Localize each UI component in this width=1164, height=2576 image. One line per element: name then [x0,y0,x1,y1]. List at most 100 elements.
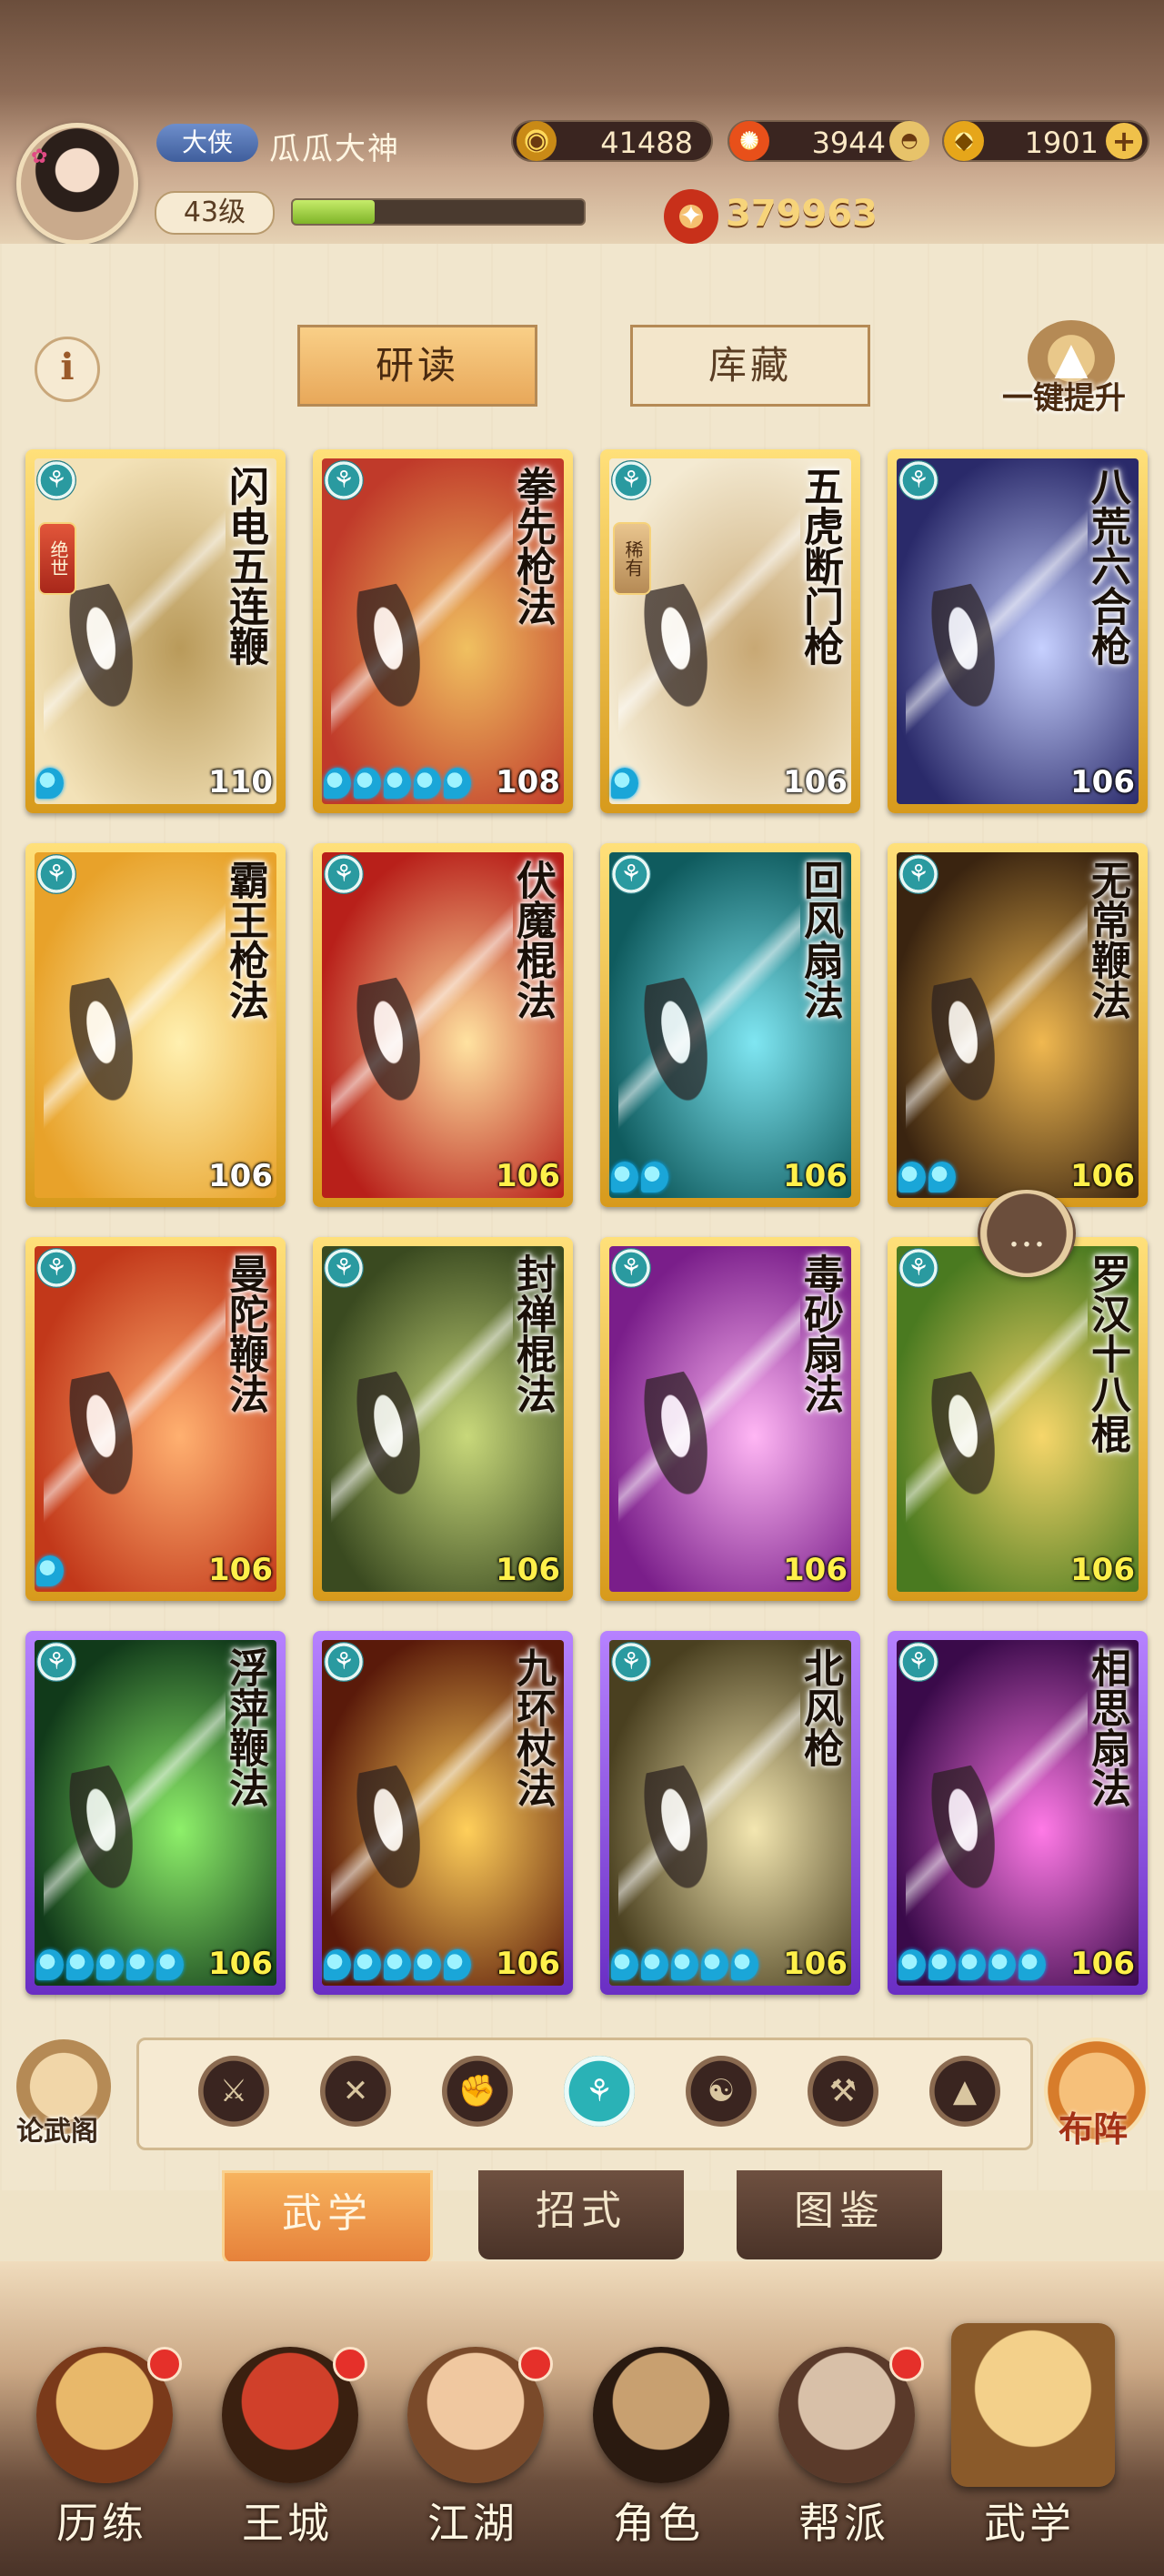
skill-name: 无常鞭法 [1084,860,1130,1020]
notification-dot-icon [889,2347,924,2381]
tab-study[interactable]: 研读 [297,325,537,407]
chat-icon[interactable]: … [978,1190,1076,1277]
drop-star-icon [701,1949,728,1980]
coin-icon: ◉ [517,121,557,161]
info-button[interactable]: i [35,337,100,402]
skill-name: 闪电五连鞭 [222,466,268,666]
drop-star-icon [671,1949,698,1980]
drop-star-icon [414,1949,441,1980]
sword-icon[interactable]: ✕ [320,2056,391,2127]
one-click-upgrade-label[interactable]: 一键提升 [1002,373,1126,418]
notification-dot-icon [333,2347,367,2381]
nav-item[interactable]: 江湖 [373,2292,555,2565]
skill-card[interactable]: ⚘ 霸王枪法 106 [25,843,286,1207]
skill-level: 108 [496,764,560,800]
skill-card[interactable]: ⚘ 绝世 闪电五连鞭 110 [25,449,286,813]
nav-item[interactable]: 王城 [187,2292,369,2565]
skill-level: 106 [1070,1552,1135,1588]
drop-star-icon [988,1949,1016,1980]
tab-store[interactable]: 库藏 [630,325,870,407]
drop-star-icon [928,1162,956,1192]
xp-bar [291,198,586,226]
skill-level: 110 [208,764,273,800]
taiji-icon[interactable]: ☯ [686,2056,757,2127]
skill-card[interactable]: ⚘ 伏魔棍法 106 [313,843,573,1207]
skill-card[interactable]: ⚘ 浮萍鞭法 106 [25,1631,286,1995]
skill-card[interactable]: ⚘ 毒砂扇法 106 [600,1237,860,1601]
drop-star-icon [928,1949,956,1980]
skill-name: 封禅棍法 [509,1253,556,1414]
star-rating [611,1949,758,1980]
player-name: 瓜瓜大神 [269,131,400,167]
skill-name: 毒砂扇法 [797,1253,843,1414]
fire-value: 3944 [811,126,886,160]
avatar[interactable] [16,123,138,245]
skill-level: 106 [496,1552,560,1588]
skill-level: 106 [783,1158,848,1194]
fan-type-icon: ⚘ [324,460,364,500]
fire-icon: ✺ [729,121,769,161]
lunwuge-label[interactable]: 论武阁 [16,2108,98,2148]
skill-level: 106 [783,764,848,800]
skill-card[interactable]: ⚘ 封禅棍法 106 [313,1237,573,1601]
skill-card[interactable]: ⚘ 相思扇法 106 [888,1631,1148,1995]
fist-icon[interactable]: ✊ [442,2056,513,2127]
drop-star-icon [96,1949,124,1980]
drop-star-icon [126,1949,154,1980]
tab-zhaoshi[interactable]: 招式 [478,2170,684,2259]
add-gold-icon[interactable]: + [1106,123,1142,159]
combat-power-icon: ✦ [664,189,718,244]
skill-card[interactable]: ⚘ 曼陀鞭法 106 [25,1237,286,1601]
drop-star-icon [731,1949,758,1980]
fan-type-icon: ⚘ [324,1248,364,1288]
fan-type-icon: ⚘ [36,1642,76,1682]
nav-item[interactable]: 武学 [929,2292,1115,2565]
drop-star-icon [611,1949,638,1980]
skill-card[interactable]: ⚘ 稀有 五虎断门枪 106 [600,449,860,813]
skill-card[interactable]: ⚘ 回风扇法 106 [600,843,860,1207]
fan-type-icon: ⚘ [611,854,651,894]
nav-label: 历练 [56,2499,147,2548]
skill-level: 106 [496,1158,560,1194]
skill-card[interactable]: ⚘ 无常鞭法 106 [888,843,1148,1207]
skill-name: 伏魔棍法 [509,860,556,1020]
level-badge: 43级 [155,191,275,235]
drop-star-icon [36,1949,64,1980]
fan-type-icon: ⚘ [898,854,938,894]
skill-card[interactable]: ⚘ 北风枪 106 [600,1631,860,1995]
nav-item[interactable]: 角色 [558,2292,740,2565]
fan-type-icon: ⚘ [36,854,76,894]
skill-name: 五虎断门枪 [797,466,843,666]
skill-card[interactable]: ⚘ 罗汉十八棍 106 [888,1237,1148,1601]
nav-label: 角色 [613,2499,704,2548]
skill-card[interactable]: ⚘ 八荒六合枪 106 [888,449,1148,813]
formation-label[interactable]: 布阵 [1059,2101,1128,2151]
nav-label: 王城 [242,2499,333,2548]
arrow-up-icon[interactable]: ▲ [929,2056,1000,2127]
star-rating [36,768,64,799]
rarity-badge: 绝世 [38,522,76,595]
pot-icon[interactable]: ◓ [889,121,929,161]
fan-type-icon: ⚘ [898,1248,938,1288]
skill-level: 106 [208,1946,273,1982]
drop-star-icon [898,1949,926,1980]
tab-tujian[interactable]: 图鉴 [737,2170,942,2259]
fan-icon[interactable]: ⚘ [564,2056,635,2127]
staff-icon[interactable]: ⚒ [808,2056,878,2127]
drop-star-icon [958,1949,986,1980]
skill-card[interactable]: ⚘ 九环杖法 106 [313,1631,573,1995]
nav-item[interactable]: 帮派 [744,2292,926,2565]
nav-item[interactable]: 历练 [2,2292,184,2565]
star-rating [611,1162,668,1192]
skill-card[interactable]: ⚘ 拳先枪法 108 [313,449,573,813]
drop-star-icon [324,1949,351,1980]
gold-ingot-icon: ◆ [944,121,984,161]
blade-icon[interactable]: ⚔ [198,2056,269,2127]
drop-star-icon [641,1949,668,1980]
star-rating [324,1949,471,1980]
tab-wuxue[interactable]: 武学 [222,2170,433,2265]
flower-icon: ✿ [31,146,48,168]
rarity-badge: 稀有 [613,522,651,595]
star-rating [36,1949,184,1980]
skill-name: 相思扇法 [1084,1647,1130,1807]
